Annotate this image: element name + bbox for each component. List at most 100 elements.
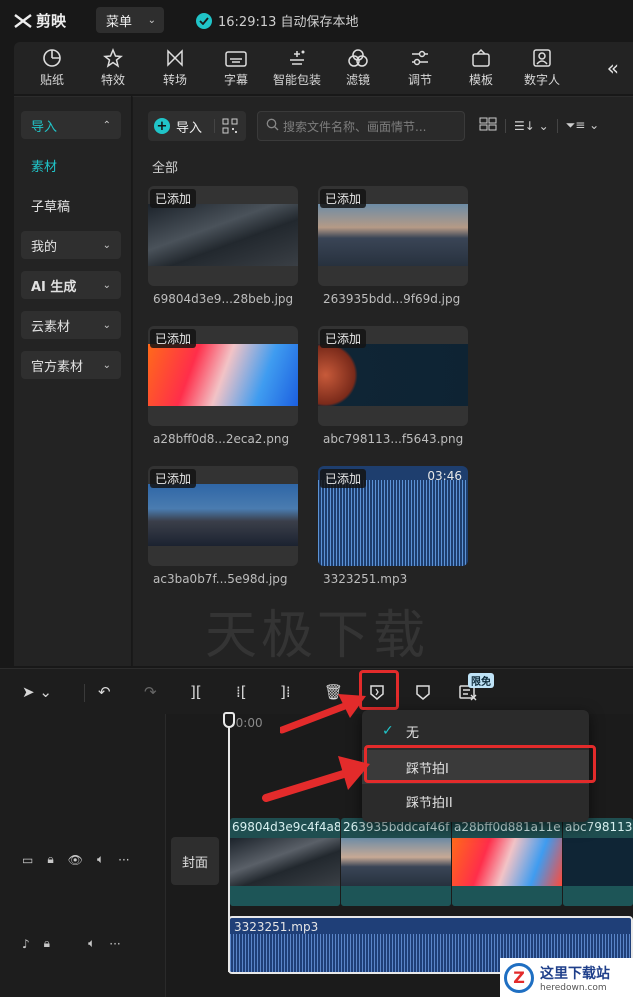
menu-label: 菜单 [106,14,133,30]
import-button[interactable]: + 导入 [148,111,246,141]
lock-icon[interactable]: 🔒︎ [44,936,50,951]
menu-item-beat-2[interactable]: 踩节拍II [362,784,589,818]
double-chevron-left-icon[interactable]: « [607,56,619,80]
tool-template[interactable]: 模板 [451,46,511,92]
grid-view-icon[interactable] [479,117,497,134]
smart-package-icon [287,46,307,68]
tool-label: 滤镜 [345,73,370,87]
sidebar-item-sub-draft[interactable]: 子草稿 [21,191,121,219]
clip-audio-bar [563,886,633,906]
media-filename: a28bff0d8...2eca2.png [153,432,290,446]
more-icon[interactable]: ··· [118,853,129,867]
tool-label: 模板 [468,73,493,87]
free-badge: 限免 [468,673,494,688]
tool-smart-package[interactable]: 智能包装 [267,46,327,92]
playhead-handle[interactable] [223,712,235,728]
sidebar-item-cloud[interactable]: 云素材 ⌄ [21,311,121,339]
video-clip[interactable]: a28bff0d881a11e [452,818,562,906]
media-item[interactable]: 已添加 abc798113...f5643.png [318,326,468,446]
video-clip[interactable]: 263935bddcaf46f [341,818,451,906]
adjust-icon [410,46,430,68]
divider [84,684,85,702]
sidebar-item-label: 导入 [31,119,58,135]
media-item[interactable]: 已添加 03:46 3323251.mp3 [318,466,468,586]
trim-left-icon[interactable]: ⁞[ [236,683,247,701]
added-badge: 已添加 [150,329,197,348]
tool-digital-human[interactable]: 数字人 [512,46,572,92]
media-filename: 3323251.mp3 [323,572,408,586]
chevron-up-icon: ⌃ [102,119,111,131]
sort-icon[interactable]: ☰↓ ⌄ [514,119,549,133]
media-thumbnail: 已添加 [148,186,298,286]
title-bar: 剪映 菜单 ⌄ 16:29:13 自动保存本地 [0,0,633,40]
split-icon[interactable]: ][ [190,683,202,701]
divider [505,118,506,133]
menu-item-none[interactable]: ✓ 无 [362,714,589,748]
video-track-controls: ▭ 🔒︎ 👁︎ 🔈︎ ··· [22,852,144,867]
playhead[interactable] [228,714,230,972]
media-item[interactable]: 已添加 ac3ba0b7f...5e98d.jpg [148,466,298,586]
track-headers: ▭ 🔒︎ 👁︎ 🔈︎ ··· ♪ 🔒︎ 🔈︎ ··· [0,714,166,997]
volume-icon[interactable]: 🔈︎ [88,936,95,951]
search-placeholder: 搜索文件名称、画面情节... [283,119,427,134]
undo-icon[interactable]: ↶ [98,683,111,701]
qr-code-icon[interactable] [222,118,238,138]
added-badge: 已添加 [150,469,197,488]
z-logo-icon: Z [504,962,534,993]
added-badge: 已添加 [150,189,197,208]
clip-audio-bar [452,886,562,906]
divider [214,119,215,133]
media-item[interactable]: 已添加 a28bff0d8...2eca2.png [148,326,298,446]
sidebar-item-material[interactable]: 素材 [21,151,121,179]
media-thumbnail: 已添加 03:46 [318,466,468,566]
clip-label: 263935bddcaf46f [343,820,450,834]
sticker-icon [42,46,62,68]
sidebar-item-label: 我的 [31,239,58,255]
sidebar-item-label: 官方素材 [31,359,84,375]
media-thumbnail: 已添加 [318,326,468,426]
audio-track-controls: ♪ 🔒︎ 🔈︎ ··· [22,936,135,951]
menu-item-label: 无 [406,725,420,741]
media-panel: + 导入 搜索文件名称、画面情节... ☰↓ ⌄ ⏷≡ ⌄ 全部 已添加 698… [132,96,633,666]
more-icon[interactable]: ··· [109,937,120,951]
cover-button[interactable]: 封面 [171,837,219,885]
clip-label: a28bff0d881a11e [454,820,561,834]
eye-icon[interactable]: 👁︎ [68,853,83,867]
sidebar-item-import[interactable]: 导入 ⌃ [21,111,121,139]
video-clip[interactable]: 69804d3e9c4f4a8 [230,818,340,906]
media-filename: 69804d3e9...28beb.jpg [153,292,294,306]
volume-icon[interactable]: 🔈︎ [97,852,104,867]
chevron-down-icon: ⌄ [102,239,111,251]
lock-icon[interactable]: 🔒︎ [47,852,53,867]
tool-caption[interactable]: 字幕 [206,46,266,92]
marker-icon[interactable] [414,683,432,705]
tool-adjust[interactable]: 调节 [390,46,450,92]
plus-icon: + [154,118,170,134]
tool-label: 智能包装 [272,73,321,87]
redo-icon[interactable]: ↷ [144,683,157,701]
clip-audio-bar [230,886,340,906]
added-badge: 已添加 [320,329,367,348]
tool-effects[interactable]: 特效 [83,46,143,92]
tool-transition[interactable]: 转场 [145,46,205,92]
sidebar-item-official[interactable]: 官方素材 ⌄ [21,351,121,379]
media-item[interactable]: 已添加 263935bdd...9f69d.jpg [318,186,468,306]
tool-label: 数字人 [523,73,560,87]
app-name: 剪映 [36,12,67,30]
tool-filter[interactable]: 滤镜 [328,46,388,92]
menu-button[interactable]: 菜单 ⌄ [96,7,164,33]
tool-sticker[interactable]: 贴纸 [22,46,82,92]
check-icon: ✓ [382,723,394,739]
search-input[interactable]: 搜索文件名称、画面情节... [257,111,465,141]
media-thumbnail: 已添加 [318,186,468,286]
effects-icon [103,46,123,68]
clip-label: 69804d3e9c4f4a8 [232,820,340,834]
select-cursor-icon[interactable]: ➤ ⌄ [22,683,52,701]
app-logo: 剪映 [14,10,66,31]
video-clip[interactable]: abc798113 [563,818,633,906]
menu-item-label: 踩节拍II [406,795,453,811]
sidebar-item-ai-generate[interactable]: AI 生成 ⌄ [21,271,121,299]
sidebar-item-mine[interactable]: 我的 ⌄ [21,231,121,259]
media-item[interactable]: 已添加 69804d3e9...28beb.jpg [148,186,298,306]
filter-dropdown-icon[interactable]: ⏷≡ ⌄ [566,118,600,133]
